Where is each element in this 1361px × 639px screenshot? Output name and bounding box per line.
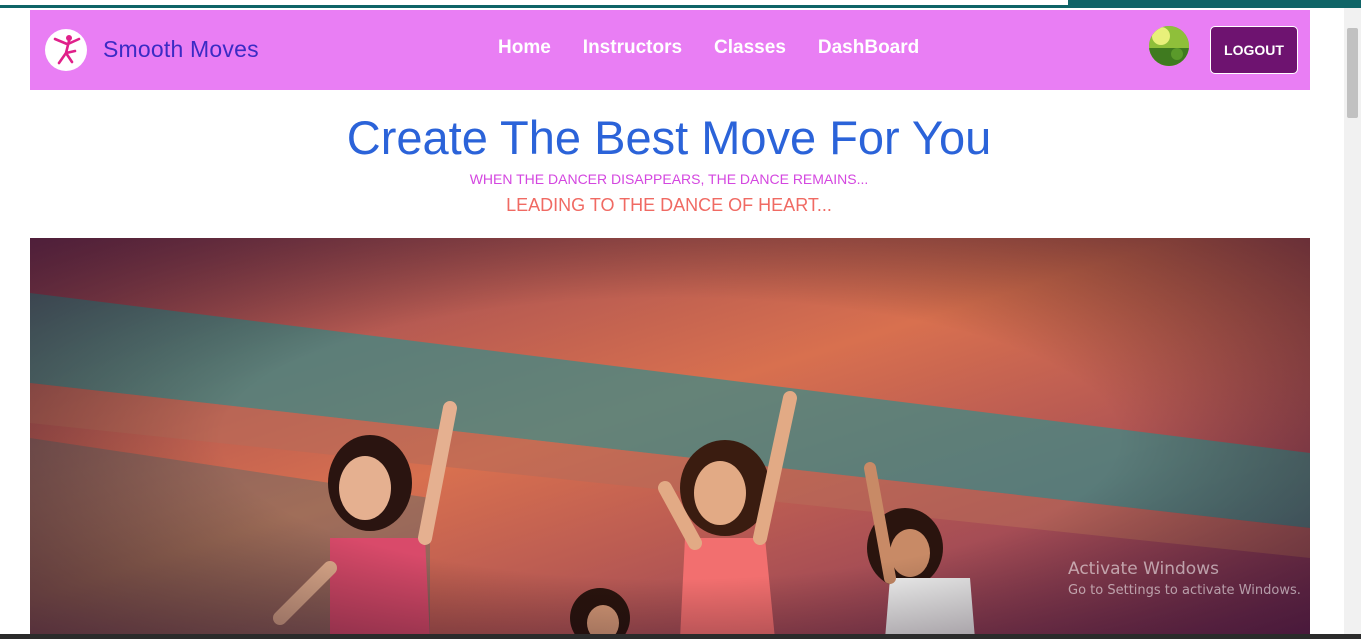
hero-title: Create The Best Move For You <box>346 111 992 164</box>
nav-dashboard[interactable]: DashBoard <box>818 37 919 59</box>
taskbar-edge <box>0 634 1361 639</box>
browser-top-strip <box>0 0 1361 8</box>
nav-home[interactable]: Home <box>498 37 551 59</box>
avatar-image <box>1149 26 1189 66</box>
top-accent-bar <box>1068 0 1361 8</box>
nav-classes[interactable]: Classes <box>714 37 786 59</box>
brand-name[interactable]: Smooth Moves <box>103 36 259 63</box>
hero-subtitle-2: LEADING TO THE DANCE OF HEART... <box>506 195 832 215</box>
nav-instructors[interactable]: Instructors <box>583 37 682 59</box>
watermark-subtitle: Go to Settings to activate Windows. <box>1068 583 1301 598</box>
dancer-icon <box>53 35 81 65</box>
avatar[interactable] <box>1149 26 1189 66</box>
hero-subtitle-1: WHEN THE DANCER DISAPPEARS, THE DANCE RE… <box>469 171 869 187</box>
watermark-title: Activate Windows <box>1068 559 1219 579</box>
scrollbar-thumb[interactable] <box>1347 28 1358 118</box>
logout-button[interactable]: LOGOUT <box>1210 26 1298 74</box>
page-scrollbar[interactable] <box>1344 8 1361 639</box>
activate-windows-watermark: Activate Windows Go to Settings to activ… <box>1068 559 1301 598</box>
main-nav: Home Instructors Classes DashBoard <box>498 37 951 59</box>
brand-logo[interactable] <box>45 29 87 71</box>
loading-bar <box>0 5 1068 8</box>
navbar: Smooth Moves Home Instructors Classes Da… <box>30 10 1310 90</box>
